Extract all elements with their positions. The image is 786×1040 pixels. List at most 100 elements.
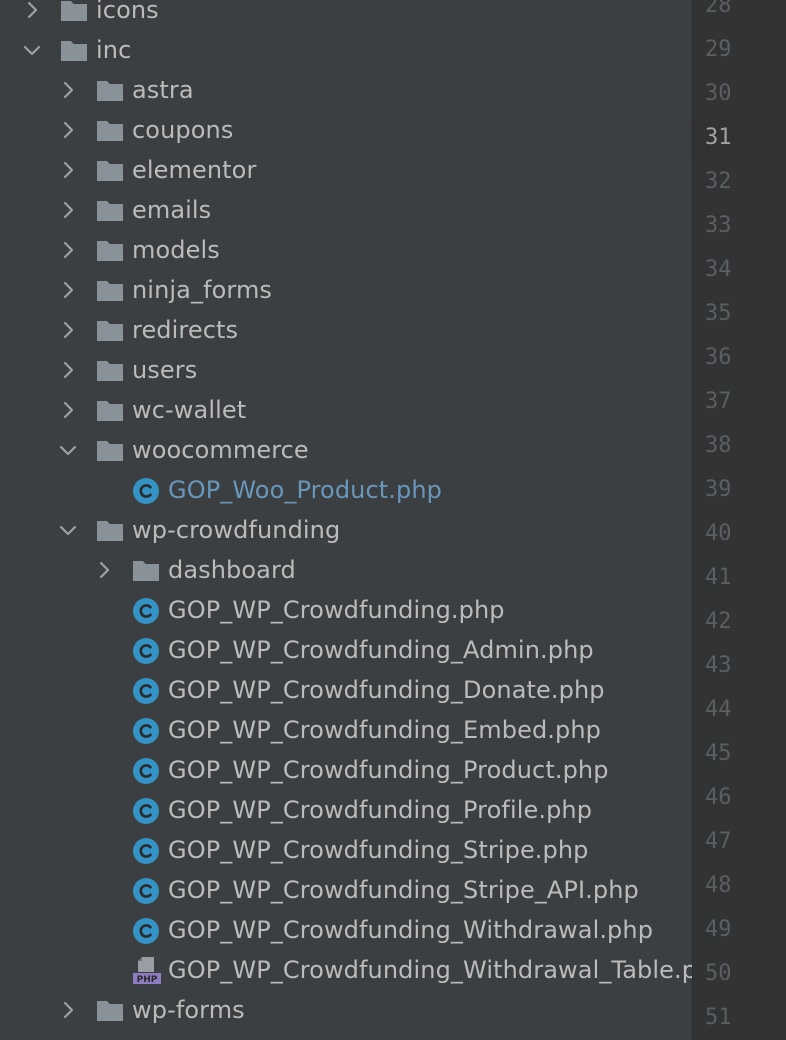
tree-folder-redirects[interactable]: redirects <box>0 310 692 350</box>
line-number[interactable]: 41 <box>693 556 786 600</box>
folder-icon <box>96 439 124 463</box>
chevron-right-icon[interactable] <box>58 360 78 380</box>
chevron-right-icon[interactable] <box>58 400 78 420</box>
folder-icon <box>96 279 124 303</box>
tree-item-label: GOP_WP_Crowdfunding_Admin.php <box>168 636 594 664</box>
chevron-right-icon[interactable] <box>94 560 114 580</box>
tree-item-label: users <box>132 356 198 384</box>
tree-file-row[interactable]: PHP GOP_WP_Crowdfunding_Withdrawal_Table.… <box>0 950 692 990</box>
tree-file-row[interactable]: GOP_WP_Crowdfunding_Withdrawal.php <box>0 910 692 950</box>
tree-file-row[interactable]: GOP_WP_Crowdfunding_Embed.php <box>0 710 692 750</box>
php-class-file-icon <box>132 477 160 504</box>
line-number[interactable]: 38 <box>693 424 786 468</box>
line-number[interactable]: 51 <box>693 996 786 1040</box>
tree-item-label: emails <box>132 196 212 224</box>
chevron-down-icon[interactable] <box>58 520 78 540</box>
tree-folder-users[interactable]: users <box>0 350 692 390</box>
tree-folder-astra[interactable]: astra <box>0 70 692 110</box>
tree-folder-wp-forms[interactable]: wp-forms <box>0 990 692 1030</box>
tree-folder-woocommerce[interactable]: woocommerce <box>0 430 692 470</box>
php-class-file-icon <box>132 597 160 624</box>
line-number[interactable]: 32 <box>693 160 786 204</box>
tree-folder-ninja_forms[interactable]: ninja_forms <box>0 270 692 310</box>
folder-icon <box>96 519 124 543</box>
tree-file-row[interactable]: GOP_WP_Crowdfunding_Stripe_API.php <box>0 870 692 910</box>
tree-item-label: GOP_WP_Crowdfunding_Profile.php <box>168 796 593 824</box>
tree-folder-inc[interactable]: inc <box>0 30 692 70</box>
folder-icon <box>96 199 124 223</box>
tree-file-row[interactable]: GOP_WP_Crowdfunding_Donate.php <box>0 670 692 710</box>
line-number[interactable]: 48 <box>693 864 786 908</box>
tree-folder-coupons[interactable]: coupons <box>0 110 692 150</box>
tree-folder-dashboard[interactable]: dashboard <box>0 550 692 590</box>
tree-file-row[interactable]: GOP_WP_Crowdfunding_Profile.php <box>0 790 692 830</box>
line-number[interactable]: 47 <box>693 820 786 864</box>
chevron-right-icon[interactable] <box>58 80 78 100</box>
folder-icon <box>96 359 124 383</box>
tree-folder-wp-crowdfunding[interactable]: wp-crowdfunding <box>0 510 692 550</box>
line-number[interactable]: 28 <box>693 0 786 28</box>
tree-item-label: elementor <box>132 156 257 184</box>
line-number[interactable]: 50 <box>693 952 786 996</box>
line-number[interactable]: 42 <box>693 600 786 644</box>
line-number-list: 28 29 30 31 32 33 34 35 36 37 38 39 40 41 42 43 44 45 46 47… <box>693 0 786 1040</box>
line-number[interactable]: 35 <box>693 292 786 336</box>
line-number[interactable]: 36 <box>693 336 786 380</box>
tree-file-row[interactable]: GOP_WP_Crowdfunding_Stripe.php <box>0 830 692 870</box>
tree-item-label: inc <box>96 36 132 64</box>
tree-folder-icons[interactable]: icons <box>0 0 692 30</box>
line-number[interactable]: 40 <box>693 512 786 556</box>
svg-text:PHP: PHP <box>137 975 158 985</box>
tree-item-label: GOP_Woo_Product.php <box>168 476 442 504</box>
php-class-file-icon <box>132 757 160 784</box>
chevron-right-icon[interactable] <box>58 280 78 300</box>
current-line-number[interactable]: 31 <box>693 116 786 160</box>
line-number[interactable]: 46 <box>693 776 786 820</box>
chevron-right-icon[interactable] <box>22 0 42 20</box>
line-number[interactable]: 29 <box>693 28 786 72</box>
tree-item-label: wp-crowdfunding <box>132 516 341 544</box>
tree-folder-models[interactable]: models <box>0 230 692 270</box>
tree-item-label: GOP_WP_Crowdfunding_Product.php <box>168 756 609 784</box>
php-class-file-icon <box>132 797 160 824</box>
chevron-right-icon[interactable] <box>58 1000 78 1020</box>
line-number[interactable]: 34 <box>693 248 786 292</box>
chevron-right-icon[interactable] <box>58 200 78 220</box>
php-class-file-icon <box>132 877 160 904</box>
editor-gutter: 28 29 30 31 32 33 34 35 36 37 38 39 40 41 42 43 44 45 46 47… <box>692 0 786 1040</box>
php-class-file-icon <box>132 637 160 664</box>
line-number[interactable]: 44 <box>693 688 786 732</box>
tree-file-row[interactable]: GOP_WP_Crowdfunding.php <box>0 590 692 630</box>
line-number[interactable]: 37 <box>693 380 786 424</box>
tree-folder-emails[interactable]: emails <box>0 190 692 230</box>
chevron-right-icon[interactable] <box>58 320 78 340</box>
folder-icon <box>96 999 124 1023</box>
tree-folder-elementor[interactable]: elementor <box>0 150 692 190</box>
line-number[interactable]: 30 <box>693 72 786 116</box>
tree-item-label: GOP_WP_Crowdfunding_Withdrawal_Table.php <box>168 956 692 984</box>
chevron-down-icon[interactable] <box>58 440 78 460</box>
folder-icon <box>96 159 124 183</box>
chevron-right-icon[interactable] <box>58 120 78 140</box>
tree-item-label: GOP_WP_Crowdfunding_Embed.php <box>168 716 602 744</box>
tree-folder-wc-wallet[interactable]: wc-wallet <box>0 390 692 430</box>
chevron-down-icon[interactable] <box>22 40 42 60</box>
tree-file-row[interactable]: GOP_Woo_Product.php <box>0 470 692 510</box>
tree-item-label: dashboard <box>168 556 296 584</box>
folder-icon <box>60 39 88 63</box>
tree-file-row[interactable]: GOP_WP_Crowdfunding_Admin.php <box>0 630 692 670</box>
line-number[interactable]: 45 <box>693 732 786 776</box>
ide-window: icons inc astra coupons elementor emails model… <box>0 0 786 1040</box>
tree-item-label: models <box>132 236 220 264</box>
line-number[interactable]: 49 <box>693 908 786 952</box>
line-number[interactable]: 33 <box>693 204 786 248</box>
tree-item-label: GOP_WP_Crowdfunding_Stripe_API.php <box>168 876 639 904</box>
folder-icon <box>96 239 124 263</box>
line-number[interactable]: 39 <box>693 468 786 512</box>
chevron-right-icon[interactable] <box>58 240 78 260</box>
project-tree[interactable]: icons inc astra coupons elementor emails model… <box>0 0 692 1040</box>
tree-item-label: redirects <box>132 316 239 344</box>
chevron-right-icon[interactable] <box>58 160 78 180</box>
tree-file-row[interactable]: GOP_WP_Crowdfunding_Product.php <box>0 750 692 790</box>
line-number[interactable]: 43 <box>693 644 786 688</box>
